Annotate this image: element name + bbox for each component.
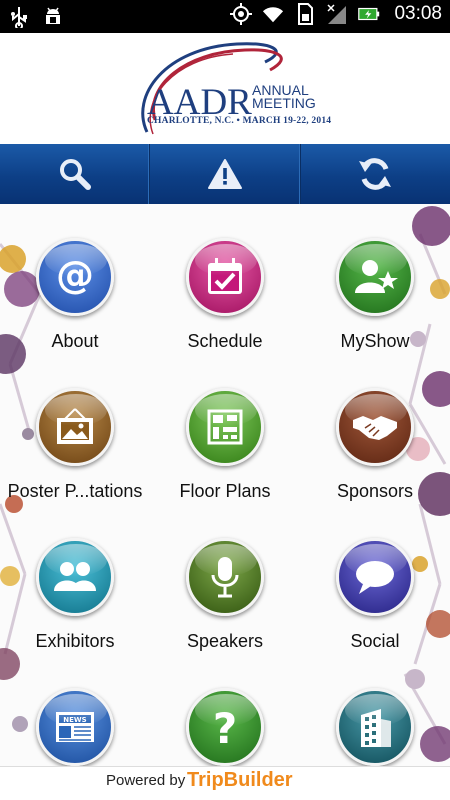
battery-icon [358, 3, 380, 25]
menu-item-social[interactable]: Social [300, 504, 450, 654]
chat-bubble-icon [336, 538, 414, 616]
handshake-icon [336, 388, 414, 466]
gps-icon [230, 3, 253, 25]
news-icon: NEWS [36, 688, 114, 766]
menu-item-floor-plans[interactable]: Floor Plans [150, 354, 300, 504]
person-star-icon [336, 238, 414, 316]
signal-icon [326, 3, 348, 25]
people-icon [36, 538, 114, 616]
android-debug-icon [42, 6, 64, 28]
alert-icon [207, 159, 242, 189]
menu-item-poster-presentations[interactable]: Poster P...tations [0, 354, 150, 504]
app-header: AADR ANNUAL MEETING CHARLOTTE, N.C. • MA… [0, 33, 450, 144]
menu-grid-area[interactable]: @ About Schedule MyShow Poster P...tatio… [0, 204, 450, 766]
menu-item-sponsors[interactable]: Sponsors [300, 354, 450, 504]
picture-frame-icon [36, 388, 114, 466]
svg-text:@: @ [56, 255, 94, 297]
menu-item-about[interactable]: @ About [0, 204, 150, 354]
calendar-icon [186, 238, 264, 316]
alerts-button[interactable] [150, 144, 301, 204]
building-icon [336, 688, 414, 766]
menu-item-schedule[interactable]: Schedule [150, 204, 300, 354]
question-icon: ? [186, 688, 264, 766]
svg-text:NEWS: NEWS [63, 716, 86, 724]
floor-plan-icon [186, 388, 264, 466]
clock: 03:08 [394, 3, 442, 24]
menu-item-help[interactable]: ? [150, 654, 300, 766]
footer: Powered by TripBuilder [0, 766, 450, 800]
usb-icon [8, 6, 30, 28]
svg-text:?: ? [213, 705, 237, 749]
logo-subtitle: CHARLOTTE, N.C. • MARCH 19-22, 2014 [147, 116, 332, 126]
microphone-icon [186, 538, 264, 616]
menu-item-exhibitors[interactable]: Exhibitors [0, 504, 150, 654]
powered-by-label: Powered by [106, 772, 186, 789]
refresh-icon [359, 158, 392, 190]
menu-grid: @ About Schedule MyShow Poster P...tatio… [0, 204, 450, 766]
search-icon [59, 159, 91, 190]
menu-item-news[interactable]: NEWS [0, 654, 150, 766]
refresh-button[interactable] [301, 144, 450, 204]
search-button[interactable] [0, 144, 151, 204]
logo-annual-meeting: ANNUAL MEETING [252, 82, 316, 111]
menu-item-myshow[interactable]: MyShow [300, 204, 450, 354]
menu-item-venue[interactable] [300, 654, 450, 766]
toolbar [0, 144, 450, 204]
tripbuilder-logo[interactable]: TripBuilder [187, 769, 293, 792]
sd-card-icon [294, 3, 316, 25]
status-bar: 03:08 [0, 0, 450, 33]
wifi-icon [262, 3, 284, 25]
menu-item-speakers[interactable]: Speakers [150, 504, 300, 654]
at-icon: @ [36, 238, 114, 316]
